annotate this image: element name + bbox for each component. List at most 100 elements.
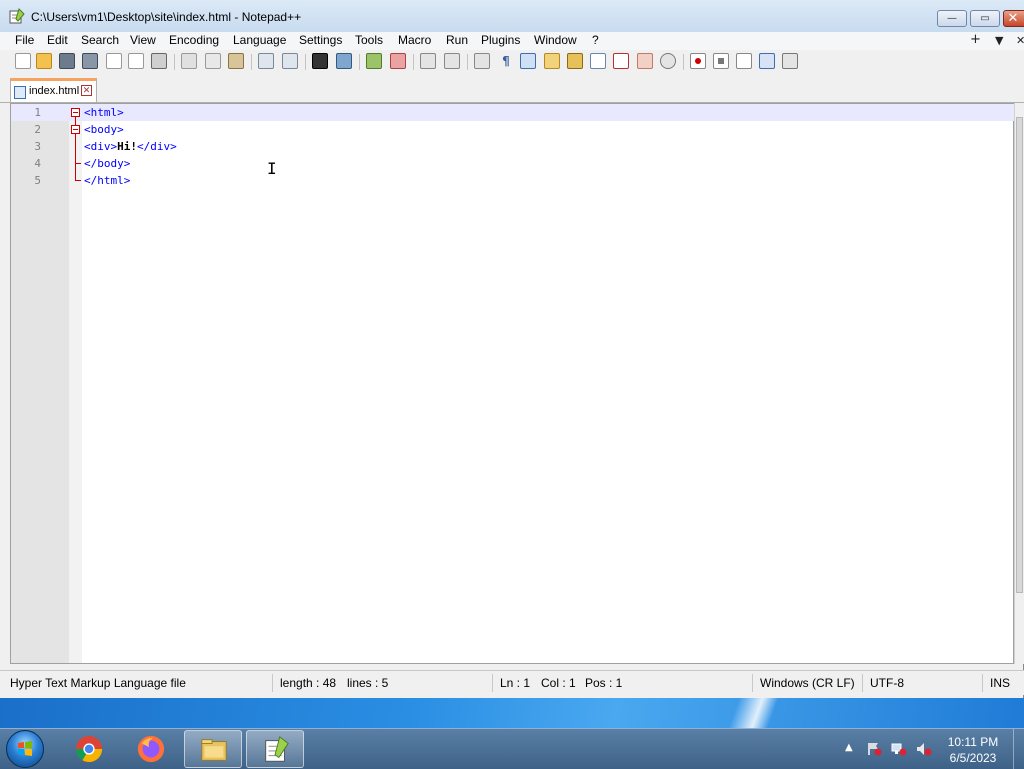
toolbar: ¶ bbox=[0, 50, 1024, 74]
word-wrap-icon[interactable] bbox=[474, 53, 490, 69]
zoom-out-icon[interactable] bbox=[390, 53, 406, 69]
code-line[interactable]: 2 <body> bbox=[11, 121, 1015, 138]
code-text: </html> bbox=[84, 174, 131, 187]
menu-run[interactable]: Run bbox=[446, 33, 468, 47]
sync-v-icon[interactable] bbox=[420, 53, 436, 69]
menu-settings[interactable]: Settings bbox=[299, 33, 342, 47]
volume-muted-icon[interactable] bbox=[916, 742, 932, 756]
close-window-button[interactable]: ✕ bbox=[1003, 10, 1024, 27]
tab-index-html[interactable]: index.html ✕ bbox=[10, 78, 97, 102]
open-file-icon[interactable] bbox=[36, 53, 52, 69]
status-file-type: Hyper Text Markup Language file bbox=[10, 676, 186, 690]
menu-language[interactable]: Language bbox=[233, 33, 286, 47]
replace-icon[interactable] bbox=[336, 53, 352, 69]
taskbar-firefox-button[interactable] bbox=[122, 730, 180, 768]
toolbar-separator bbox=[174, 54, 175, 70]
close-doc-icon[interactable]: ✕ bbox=[1016, 34, 1024, 47]
menu-help[interactable]: ? bbox=[592, 33, 599, 47]
print-icon[interactable] bbox=[151, 53, 167, 69]
menu-plugins[interactable]: Plugins bbox=[481, 33, 520, 47]
start-button[interactable] bbox=[6, 730, 44, 768]
function-list-icon[interactable] bbox=[590, 53, 606, 69]
tab-close-icon[interactable]: ✕ bbox=[81, 85, 92, 96]
copy-icon[interactable] bbox=[205, 53, 221, 69]
code-content-text: Hi! bbox=[117, 140, 137, 153]
record-macro-icon[interactable] bbox=[690, 53, 706, 69]
show-all-chars-icon[interactable]: ¶ bbox=[498, 53, 514, 69]
close-file-icon[interactable] bbox=[106, 53, 122, 69]
doc-list-icon[interactable] bbox=[637, 53, 653, 69]
status-lines: lines : 5 bbox=[347, 676, 389, 690]
sync-h-icon[interactable] bbox=[444, 53, 460, 69]
folder-workspace-icon[interactable] bbox=[613, 53, 629, 69]
zoom-in-icon[interactable] bbox=[366, 53, 382, 69]
user-lang-icon[interactable] bbox=[544, 53, 560, 69]
status-divider bbox=[492, 674, 493, 692]
status-insert-mode[interactable]: INS bbox=[990, 676, 1010, 690]
title-bar[interactable]: C:\Users\vm1\Desktop\site\index.html - N… bbox=[0, 0, 1024, 33]
network-disconnected-icon[interactable] bbox=[891, 742, 907, 756]
tab-list-dropdown-icon[interactable]: ▼ bbox=[995, 34, 1003, 47]
line-number: 4 bbox=[34, 157, 41, 170]
code-line[interactable]: 3 <div>Hi!</div> bbox=[11, 138, 1015, 155]
taskbar-file-explorer-button[interactable] bbox=[184, 730, 242, 768]
action-center-flag-icon[interactable] bbox=[866, 742, 882, 756]
menu-tools[interactable]: Tools bbox=[355, 33, 383, 47]
monitoring-icon[interactable] bbox=[660, 53, 676, 69]
menu-encoding[interactable]: Encoding bbox=[169, 33, 219, 47]
status-divider bbox=[862, 674, 863, 692]
vertical-scrollbar[interactable] bbox=[1014, 103, 1024, 664]
menu-file[interactable]: File bbox=[15, 33, 34, 47]
menu-view[interactable]: View bbox=[130, 33, 156, 47]
editor-area[interactable]: 1 <html> 2 <body> 3 <div>Hi!</div> 4 </b… bbox=[10, 103, 1015, 664]
show-desktop-button[interactable] bbox=[1013, 729, 1024, 769]
taskbar-chrome-button[interactable] bbox=[60, 730, 118, 768]
close-all-icon[interactable] bbox=[128, 53, 144, 69]
scrollbar-thumb[interactable] bbox=[1016, 117, 1023, 593]
save-macro-icon[interactable] bbox=[782, 53, 798, 69]
save-icon[interactable] bbox=[59, 53, 75, 69]
find-icon[interactable] bbox=[312, 53, 328, 69]
menu-macro[interactable]: Macro bbox=[398, 33, 431, 47]
toolbar-separator bbox=[251, 54, 252, 70]
status-eol[interactable]: Windows (CR LF) bbox=[760, 676, 855, 690]
code-text: <div>Hi!</div> bbox=[84, 140, 177, 153]
fold-collapse-icon[interactable] bbox=[71, 108, 80, 117]
new-tab-plus-icon[interactable]: + bbox=[970, 32, 981, 47]
tray-expand-icon[interactable]: ▲ bbox=[845, 742, 861, 756]
clock[interactable]: 10:11 PM 6/5/2023 bbox=[940, 734, 1006, 766]
taskbar-notepad-plus-plus-button[interactable] bbox=[246, 730, 304, 768]
status-col: Col : 1 bbox=[541, 676, 576, 690]
code-line[interactable]: 4 </body> bbox=[11, 155, 1015, 172]
status-bar: Hyper Text Markup Language file length :… bbox=[0, 670, 1024, 695]
line-number: 5 bbox=[34, 174, 41, 187]
saved-file-icon bbox=[14, 86, 26, 99]
doc-map-icon[interactable] bbox=[567, 53, 583, 69]
code-line[interactable]: 5 </html> bbox=[11, 172, 1015, 189]
menu-window[interactable]: Window bbox=[534, 33, 577, 47]
status-encoding[interactable]: UTF-8 bbox=[870, 676, 904, 690]
indent-guide-icon[interactable] bbox=[520, 53, 536, 69]
desktop-light-streak bbox=[700, 698, 820, 728]
toolbar-separator bbox=[359, 54, 360, 70]
undo-icon[interactable] bbox=[258, 53, 274, 69]
status-ln: Ln : 1 bbox=[500, 676, 531, 690]
code-line[interactable]: 1 <html> bbox=[11, 104, 1015, 121]
cut-icon[interactable] bbox=[181, 53, 197, 69]
minimize-button[interactable]: — bbox=[937, 10, 967, 27]
status-length: length : 48 bbox=[280, 676, 337, 690]
status-divider bbox=[752, 674, 753, 692]
toolbar-separator bbox=[467, 54, 468, 70]
fold-collapse-icon[interactable] bbox=[71, 125, 80, 134]
tab-label: index.html bbox=[29, 85, 80, 97]
play-macro-icon[interactable] bbox=[736, 53, 752, 69]
save-all-icon[interactable] bbox=[82, 53, 98, 69]
desktop-background[interactable] bbox=[0, 698, 1024, 728]
menu-search[interactable]: Search bbox=[81, 33, 119, 47]
menu-edit[interactable]: Edit bbox=[47, 33, 68, 47]
new-file-icon[interactable] bbox=[15, 53, 31, 69]
paste-icon[interactable] bbox=[228, 53, 244, 69]
stop-record-icon[interactable] bbox=[713, 53, 729, 69]
redo-icon[interactable] bbox=[282, 53, 298, 69]
run-macro-multiple-icon[interactable] bbox=[759, 53, 775, 69]
